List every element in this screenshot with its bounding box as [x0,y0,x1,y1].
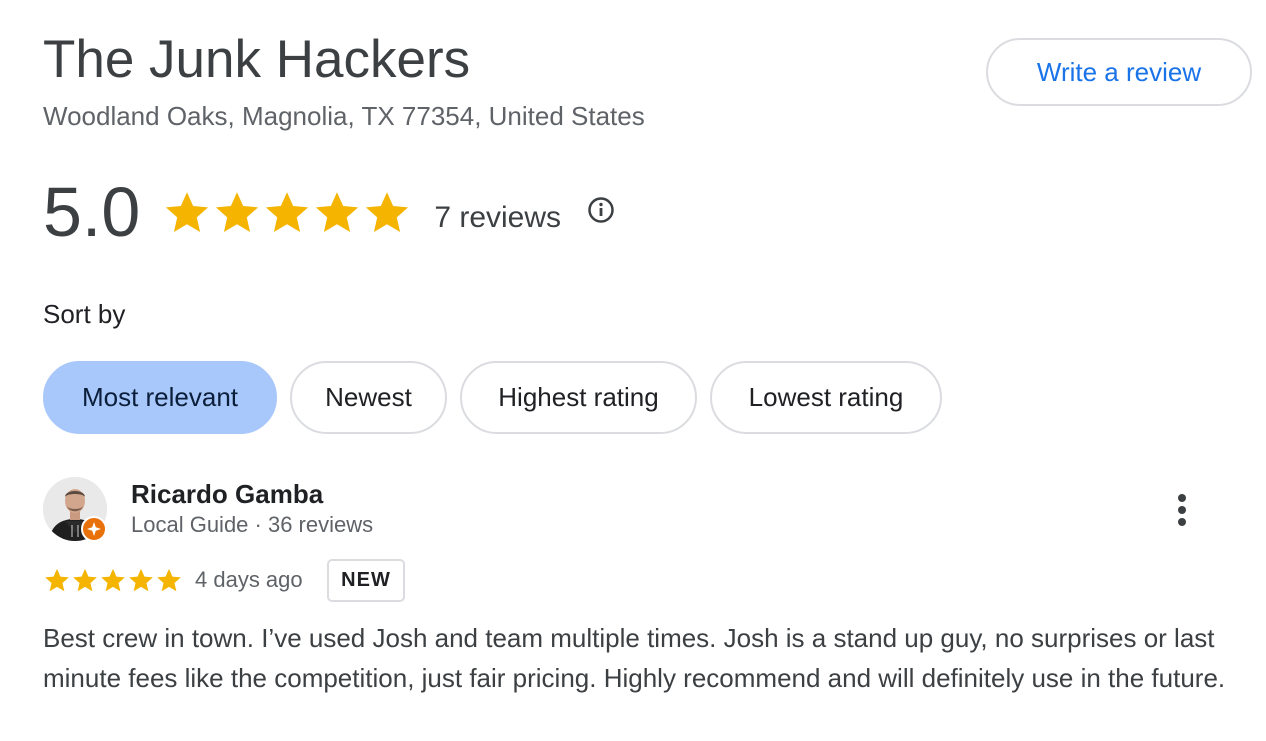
review-stars [43,566,183,594]
rating-stars [162,187,412,237]
review-count: 7 reviews [434,201,562,234]
review-text: Best crew in town. I’ve used Josh and te… [43,623,1226,693]
sort-chip-most-relevant[interactable]: Most relevant [43,361,277,434]
review-date: 4 days ago [195,567,303,592]
menu-dot [1178,494,1186,502]
sort-by-label: Sort by [43,299,126,329]
star-icon [212,187,262,237]
more-vert-icon[interactable] [1166,490,1198,530]
star-icon [99,566,127,594]
rating-summary: 5.0 7 reviews [43,172,615,252]
write-review-button[interactable]: Write a review [986,38,1252,106]
info-icon[interactable] [587,196,615,224]
reviewer-meta: Local Guide · 36 reviews [131,512,374,537]
sort-chip-newest[interactable]: Newest [290,361,447,434]
star-icon [162,187,212,237]
menu-dot [1178,518,1186,526]
star-icon [127,566,155,594]
star-icon [362,187,412,237]
local-guide-badge-icon [81,516,107,542]
business-name: The Junk Hackers [43,30,471,89]
star-icon [312,187,362,237]
star-icon [155,566,183,594]
rating-value: 5.0 [43,173,141,251]
star-icon [262,187,312,237]
sort-chip-lowest-rating[interactable]: Lowest rating [710,361,942,434]
business-address: Woodland Oaks, Magnolia, TX 77354, Unite… [43,101,645,131]
sort-chip-highest-rating[interactable]: Highest rating [460,361,697,434]
sort-chips: Most relevant Newest Highest rating Lowe… [43,361,942,434]
star-icon [43,566,71,594]
reviewer-name[interactable]: Ricardo Gamba [131,478,323,510]
menu-dot [1178,506,1186,514]
new-badge: NEW [327,559,405,602]
star-icon [71,566,99,594]
